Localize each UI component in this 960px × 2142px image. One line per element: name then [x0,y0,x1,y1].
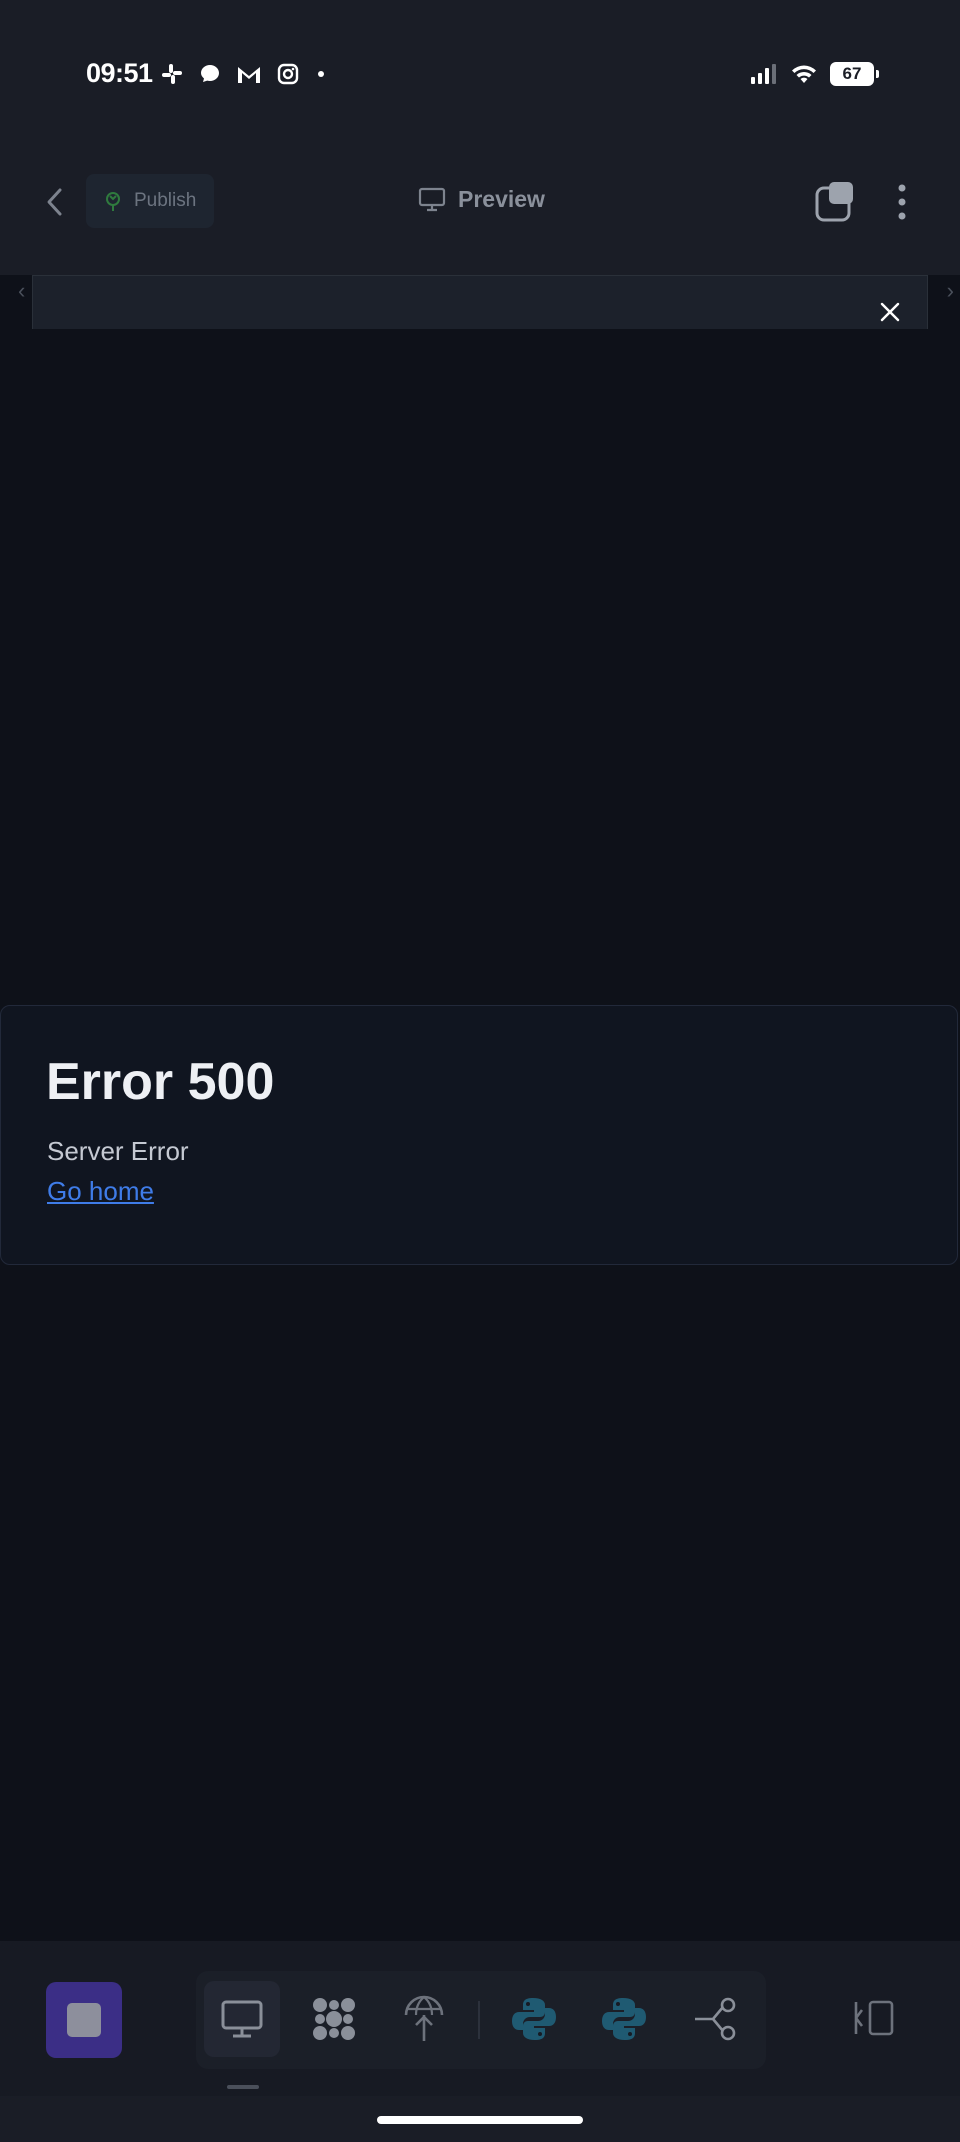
puzzle-icon [313,1998,355,2040]
error-subtitle: Server Error [47,1136,189,1166]
tool-deploy[interactable] [386,1981,462,2057]
error-title: Error 500 [46,1053,275,1111]
close-icon[interactable] [878,300,902,324]
tool-group [196,1971,766,2069]
python-icon [512,1998,556,2040]
publish-button[interactable]: Publish [86,174,214,228]
back-icon[interactable] [40,184,70,220]
connector-icon [695,1997,736,2041]
globe-antenna-icon [404,1995,444,2041]
scroll-indicator [227,2085,259,2089]
dot-icon [318,71,324,77]
chevron-left-icon: ‹ [18,278,26,303]
notification-icons [160,62,328,86]
home-area [0,2096,960,2142]
system-status: 67 [750,62,879,86]
publish-icon [106,192,120,211]
go-home-link[interactable]: Go home [47,1176,154,1207]
wifi-icon [792,65,816,83]
monitor-icon [418,187,446,211]
stop-button[interactable] [46,1982,122,2058]
tool-divider [478,2001,480,2039]
instagram-icon [277,63,299,85]
tool-monitor[interactable] [204,1981,280,2057]
error-card [0,1005,958,1265]
preview-label: Preview [458,186,545,212]
battery-indicator: 67 [830,62,879,86]
panel-toggle-icon[interactable] [850,1998,896,2038]
signal-icon [751,64,776,84]
home-indicator[interactable] [377,2116,583,2124]
tool-puzzle[interactable] [296,1981,372,2057]
publish-label: Publish [134,190,197,211]
tool-python-1[interactable] [496,1981,572,2057]
status-bar: 09:51 67 [0,0,960,150]
layers-icon[interactable] [815,182,855,222]
status-time: 09:51 [86,58,153,88]
preview-modal-header [32,275,928,329]
monitor-icon [221,2000,263,2038]
slack-icon [162,64,182,84]
messenger-icon [201,65,219,82]
preview-button[interactable]: Preview [418,186,545,213]
more-vertical-icon[interactable] [896,182,908,222]
stop-icon [67,2003,101,2037]
gmail-icon [238,67,260,83]
tool-connector[interactable] [678,1981,754,2057]
tool-python-2[interactable] [586,1981,662,2057]
app-bar: Publish Preview [0,150,960,275]
chevron-right-icon: › [946,278,954,303]
python-icon [602,1998,646,2040]
bottom-toolbar [0,1941,960,2096]
